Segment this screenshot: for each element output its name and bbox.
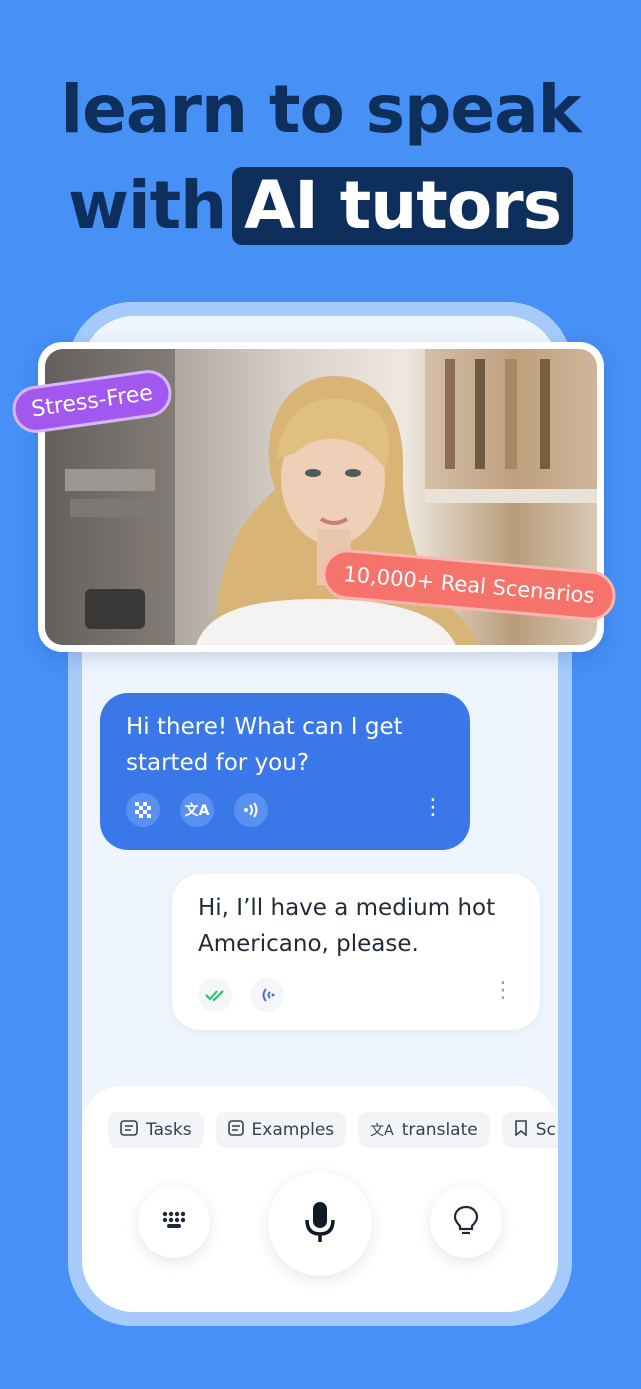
tasks-icon [120,1120,138,1140]
user-message-bubble: Hi, I’ll have a medium hot Americano, pl… [172,874,540,1030]
chip-label: Tasks [146,1120,192,1140]
chip-tasks[interactable]: Tasks [108,1112,204,1148]
chip-translate[interactable]: 文A translate [358,1112,490,1148]
user-message-more-icon[interactable]: ⋮ [492,978,514,1003]
ai-message-text: Hi there! What can I get started for you… [126,714,403,776]
audio-icon[interactable] [234,793,268,827]
headline: learn to speak with AI tutors [0,62,641,254]
chip-label: translate [401,1120,478,1140]
chip-label: Examples [251,1120,335,1140]
translate-icon[interactable]: 文A [180,793,214,827]
translate-icon: 文A [370,1123,394,1139]
headline-prefix: with [67,167,227,244]
chip-examples[interactable]: Examples [215,1112,347,1148]
headline-line-2: with AI tutors [0,158,641,254]
examples-icon [227,1120,244,1140]
keyboard-button[interactable] [138,1186,210,1258]
blur-icon[interactable] [126,793,160,827]
hint-button[interactable] [430,1186,502,1258]
microphone-button[interactable] [268,1172,372,1276]
user-message-text: Hi, I’ll have a medium hot Americano, pl… [198,895,496,957]
quick-chips: Tasks Examples 文A translate Sc [108,1112,558,1148]
headline-line-1: learn to speak [60,71,581,148]
ai-message-tools: 文A [126,793,268,827]
audio-wave-icon[interactable] [250,978,284,1012]
user-message-tools [198,978,284,1012]
ai-message-bubble: Hi there! What can I get started for you… [100,693,470,850]
chip-label: Sc [535,1120,556,1140]
bookmark-icon [514,1120,528,1140]
keyboard-icon [161,1210,187,1234]
lightbulb-icon [453,1205,479,1239]
double-check-icon[interactable] [198,978,232,1012]
microphone-icon [303,1200,337,1248]
ai-message-more-icon[interactable]: ⋮ [422,795,444,820]
headline-highlight: AI tutors [232,167,573,245]
chip-save[interactable]: Sc [501,1112,558,1148]
